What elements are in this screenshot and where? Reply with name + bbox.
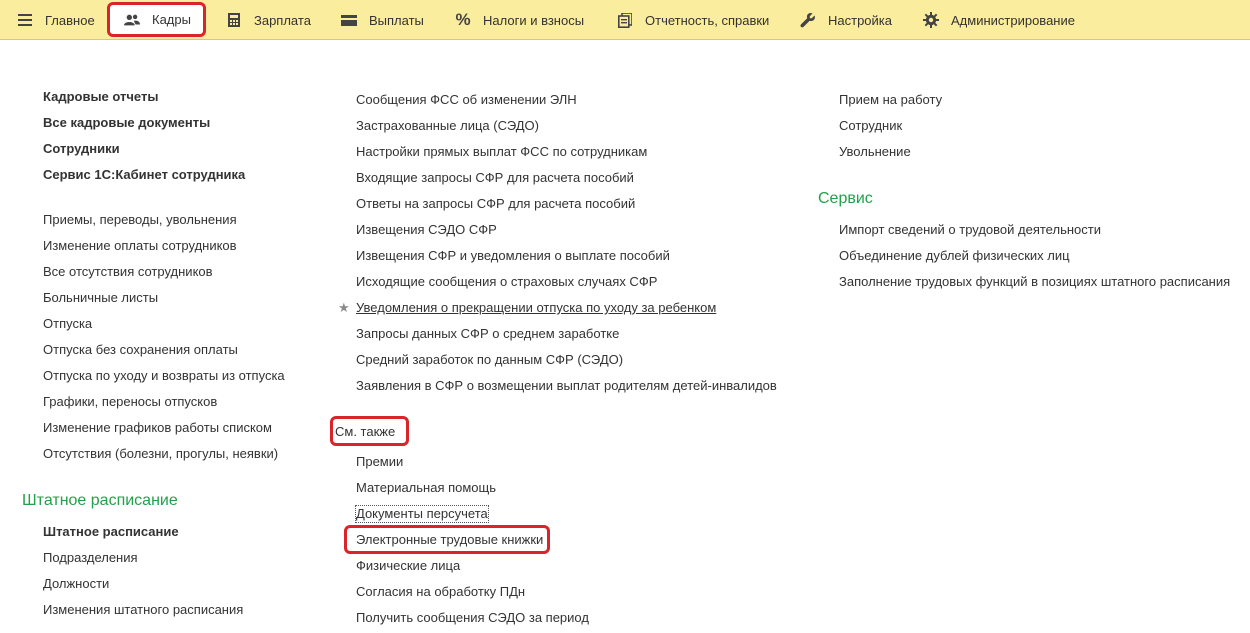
link-incoming-sfr-requests[interactable]: Входящие запросы СФР для расчета пособий	[356, 170, 634, 186]
link-bonuses[interactable]: Премии	[356, 454, 403, 470]
section-title-staffing: Штатное расписание	[22, 492, 178, 509]
link-electronic-workbooks[interactable]: Электронные трудовые книжки	[356, 532, 543, 548]
link-financial-aid[interactable]: Материальная помощь	[356, 480, 496, 496]
tab-salary[interactable]: Зарплата	[226, 0, 311, 40]
percent-icon: %	[455, 10, 471, 29]
link-fss-eln-messages[interactable]: Сообщения ФСС об изменении ЭЛН	[356, 92, 577, 108]
link-unpaid-vacations[interactable]: Отпуска без сохранения оплаты	[43, 342, 238, 358]
tab-staff[interactable]: Кадры	[107, 2, 206, 37]
link-staffing-changes[interactable]: Изменения штатного расписания	[43, 602, 243, 618]
link-sick-leaves[interactable]: Больничные листы	[43, 290, 158, 306]
documents-icon	[617, 12, 633, 28]
tab-staff-label: Кадры	[152, 12, 191, 27]
link-employee-cabinet-service[interactable]: Сервис 1С:Кабинет сотрудника	[43, 167, 245, 183]
link-dismissal[interactable]: Увольнение	[839, 144, 911, 160]
link-positions[interactable]: Должности	[43, 576, 109, 592]
tab-settings[interactable]: Настройка	[800, 0, 892, 40]
menu-icon	[17, 12, 33, 28]
star-icon[interactable]: ★	[338, 300, 350, 316]
tab-salary-label: Зарплата	[254, 12, 311, 28]
section-title-service: Сервис	[818, 190, 873, 207]
link-parental-leaves[interactable]: Отпуска по уходу и возвраты из отпуска	[43, 368, 285, 384]
tab-payments-label: Выплаты	[369, 12, 424, 28]
tab-settings-label: Настройка	[828, 12, 892, 28]
link-insured-persons[interactable]: Застрахованные лица (СЭДО)	[356, 118, 539, 134]
gear-icon	[923, 12, 939, 28]
tab-payments[interactable]: Выплаты	[341, 0, 424, 40]
link-hiring[interactable]: Прием на работу	[839, 92, 942, 108]
top-menu-bar: Главное Кадры Зарплата Выплаты % Налоги …	[0, 0, 1250, 40]
link-sfr-request-answers[interactable]: Ответы на запросы СФР для расчета пособи…	[356, 196, 635, 212]
link-fill-labor-functions[interactable]: Заполнение трудовых функций в позициях ш…	[839, 274, 1230, 290]
people-icon	[124, 12, 140, 28]
tab-admin-label: Администрирование	[951, 12, 1075, 28]
link-employee[interactable]: Сотрудник	[839, 118, 902, 134]
link-vacation-schedules[interactable]: Графики, переносы отпусков	[43, 394, 217, 410]
link-get-sedo-messages[interactable]: Получить сообщения СЭДО за период	[356, 610, 589, 626]
calculator-icon	[226, 12, 242, 28]
link-pay-changes[interactable]: Изменение оплаты сотрудников	[43, 238, 237, 254]
link-merge-duplicates[interactable]: Объединение дублей физических лиц	[839, 248, 1070, 264]
link-staffing-table[interactable]: Штатное расписание	[43, 524, 179, 540]
tab-reports[interactable]: Отчетность, справки	[617, 0, 769, 40]
wallet-icon	[341, 12, 357, 28]
link-employees[interactable]: Сотрудники	[43, 141, 120, 157]
link-all-hr-documents[interactable]: Все кадровые документы	[43, 115, 210, 131]
link-avg-earnings-sedo[interactable]: Средний заработок по данным СФР (СЭДО)	[356, 352, 623, 368]
see-also-title: См. также	[335, 424, 396, 439]
link-hr-reports[interactable]: Кадровые отчеты	[43, 89, 158, 105]
link-hires-transfers-dismissals[interactable]: Приемы, переводы, увольнения	[43, 212, 237, 228]
tab-main[interactable]: Главное	[17, 0, 95, 40]
link-absences-misc[interactable]: Отсутствия (болезни, прогулы, неявки)	[43, 446, 278, 462]
link-parental-leave-termination[interactable]: Уведомления о прекращении отпуска по ухо…	[356, 300, 716, 316]
link-individuals[interactable]: Физические лица	[356, 558, 460, 574]
link-disabled-children-claims[interactable]: Заявления в СФР о возмещении выплат роди…	[356, 378, 777, 394]
link-avg-earnings-requests[interactable]: Запросы данных СФР о среднем заработке	[356, 326, 619, 342]
link-import-work-activity[interactable]: Импорт сведений о трудовой деятельности	[839, 222, 1101, 238]
tab-admin[interactable]: Администрирование	[923, 0, 1075, 40]
link-sfr-payment-notices[interactable]: Извещения СФР и уведомления о выплате по…	[356, 248, 670, 264]
tab-reports-label: Отчетность, справки	[645, 12, 770, 28]
wrench-icon	[800, 12, 816, 28]
link-direct-payments-settings[interactable]: Настройки прямых выплат ФСС по сотрудник…	[356, 144, 647, 160]
tab-main-label: Главное	[45, 12, 95, 28]
link-work-schedule-changes[interactable]: Изменение графиков работы списком	[43, 420, 272, 436]
tab-taxes-label: Налоги и взносы	[483, 12, 585, 28]
link-personal-data-consents[interactable]: Согласия на обработку ПДн	[356, 584, 525, 600]
link-vacations[interactable]: Отпуска	[43, 316, 92, 332]
link-personal-accounting-docs[interactable]: Документы персучета	[355, 505, 489, 523]
link-departments[interactable]: Подразделения	[43, 550, 138, 566]
link-sedo-notices[interactable]: Извещения СЭДО СФР	[356, 222, 497, 238]
link-all-absences[interactable]: Все отсутствия сотрудников	[43, 264, 213, 280]
link-outgoing-insurance-messages[interactable]: Исходящие сообщения о страховых случаях …	[356, 274, 657, 290]
tab-taxes[interactable]: % Налоги и взносы	[455, 0, 584, 40]
